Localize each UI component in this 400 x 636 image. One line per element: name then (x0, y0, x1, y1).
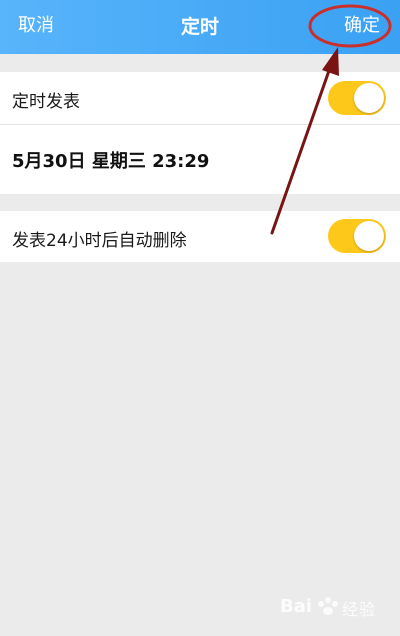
auto-delete-toggle[interactable] (328, 219, 386, 253)
schedule-label: 定时发表 (12, 92, 80, 112)
toggle-knob (354, 221, 384, 251)
datetime-value: 5月30日 星期三 23:29 (12, 151, 210, 172)
schedule-row: 定时发表 (0, 72, 400, 124)
datetime-row[interactable]: 5月30日 星期三 23:29 (0, 125, 400, 194)
watermark: Bai 经验 (280, 588, 390, 622)
auto-delete-section: 发表24小时后自动删除 (0, 211, 400, 262)
watermark-suffix: 经验 (342, 600, 377, 619)
watermark-brand: Bai (280, 596, 312, 617)
schedule-toggle[interactable] (328, 81, 386, 115)
schedule-section: 定时发表 5月30日 星期三 23:29 (0, 72, 400, 194)
confirm-button[interactable]: 确定 (344, 14, 380, 38)
top-navigation-bar: 取消 定时 确定 (0, 0, 400, 54)
auto-delete-label: 发表24小时后自动删除 (12, 231, 187, 251)
toggle-knob (354, 83, 384, 113)
page-title: 定时 (180, 16, 219, 38)
auto-delete-row: 发表24小时后自动删除 (0, 211, 400, 262)
baidu-paw-logo-icon: Bai (280, 596, 338, 617)
